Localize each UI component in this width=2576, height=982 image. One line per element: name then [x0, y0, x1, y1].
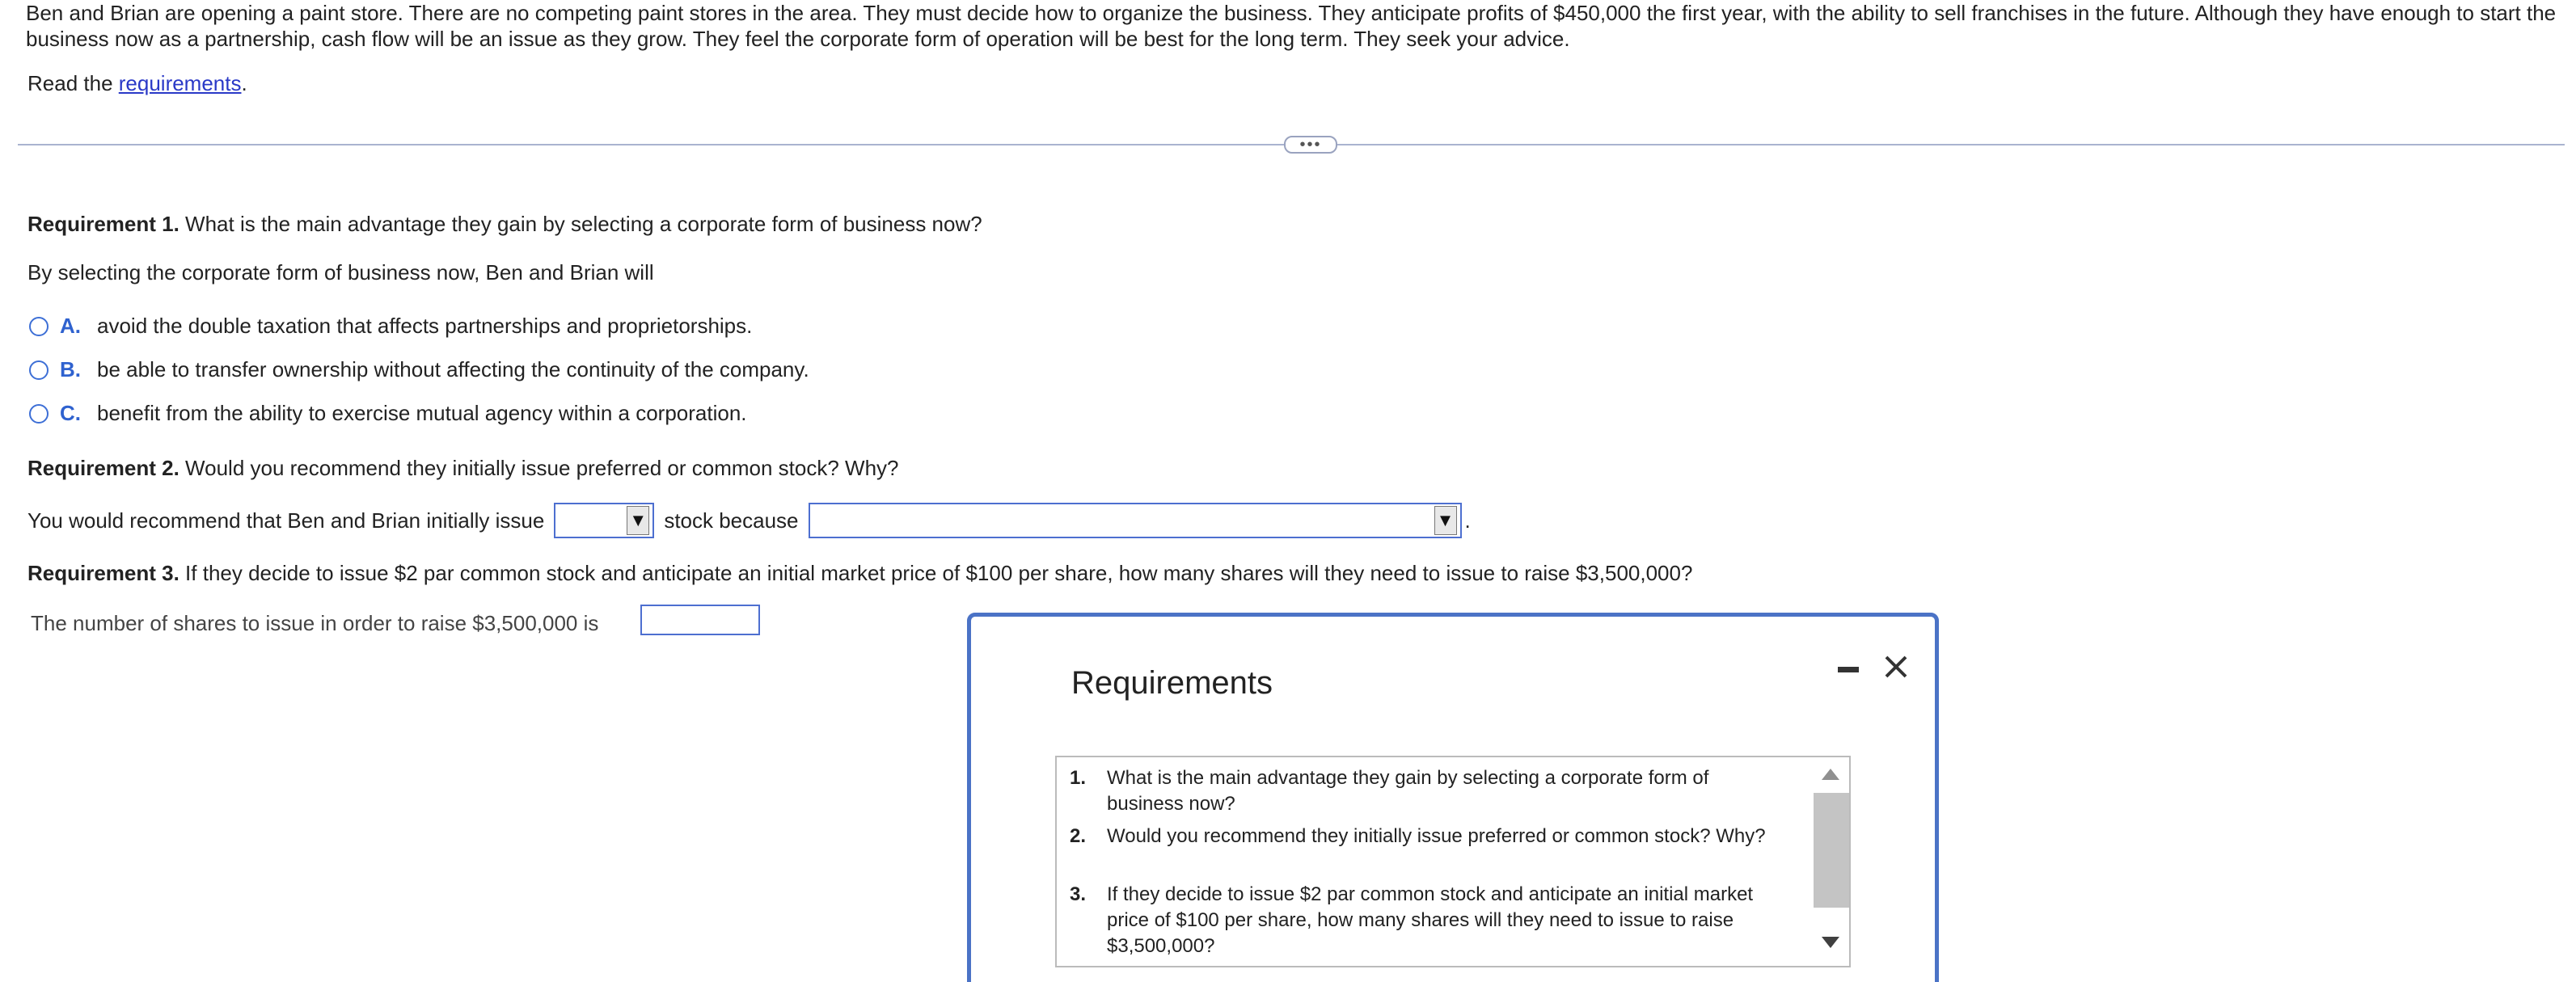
stock-type-dropdown[interactable]: ▼	[554, 503, 655, 538]
requirement-1-heading: Requirement 1. What is the main advantag…	[27, 212, 982, 237]
requirement-3-answer-label: The number of shares to issue in order t…	[31, 611, 599, 635]
list-item-number: 2.	[1070, 825, 1087, 847]
stock-type-dropdown-arrow-icon[interactable]: ▼	[627, 506, 650, 535]
page: Ben and Brian are opening a paint store.…	[0, 0, 2576, 982]
list-item-number: 3.	[1070, 883, 1087, 905]
read-prefix: Read the	[27, 71, 119, 95]
scroll-up-icon[interactable]	[1822, 769, 1839, 780]
requirement-2-label: Requirement 2.	[27, 456, 179, 480]
scroll-thumb[interactable]	[1814, 793, 1849, 908]
requirements-link[interactable]: requirements	[119, 71, 242, 95]
option-b-text: be able to transfer ownership without af…	[97, 357, 809, 381]
requirement-2-middle: stock because	[664, 508, 799, 533]
read-requirements-line: Read the requirements.	[27, 71, 247, 96]
modal-title: Requirements	[1071, 665, 1273, 701]
requirement-1-prompt: By selecting the corporate form of busin…	[27, 260, 654, 284]
option-a-letter: A.	[60, 314, 81, 338]
requirement-2-suffix: .	[1464, 508, 1471, 533]
requirement-3-question: If they decide to issue $2 par common st…	[179, 561, 1693, 585]
requirements-list: 1. What is the main advantage they gain …	[1055, 756, 1851, 967]
requirement-1-label: Requirement 1.	[27, 212, 179, 236]
reason-dropdown[interactable]: ▼	[808, 503, 1462, 538]
expand-button[interactable]: •••	[1284, 136, 1337, 154]
list-item: 2. Would you recommend they initially is…	[1070, 824, 1781, 849]
requirement-2-question: Would you recommend they initially issue…	[179, 456, 899, 480]
list-item: 3. If they decide to issue $2 par common…	[1070, 882, 1781, 959]
requirement-2-answer-row: You would recommend that Ben and Brian i…	[27, 503, 1471, 538]
list-item: 1. What is the main advantage they gain …	[1070, 765, 1781, 817]
option-c[interactable]: C. benefit from the ability to exercise …	[29, 401, 747, 426]
reason-dropdown-arrow-icon[interactable]: ▼	[1434, 506, 1457, 535]
option-a-radio[interactable]	[29, 316, 49, 336]
option-c-text: benefit from the ability to exercise mut…	[97, 401, 747, 425]
option-c-radio[interactable]	[29, 403, 49, 424]
list-scrollbar[interactable]	[1812, 757, 1849, 966]
option-b[interactable]: B. be able to transfer ownership without…	[29, 357, 809, 382]
requirement-2-prefix: You would recommend that Ben and Brian i…	[27, 508, 545, 533]
option-b-radio[interactable]	[29, 360, 49, 380]
option-a-text: avoid the double taxation that affects p…	[97, 314, 753, 338]
requirement-3-heading: Requirement 3. If they decide to issue $…	[27, 561, 1692, 586]
list-item-text: Would you recommend they initially issue…	[1107, 825, 1766, 847]
option-b-letter: B.	[60, 357, 81, 381]
scroll-down-icon[interactable]	[1822, 937, 1839, 948]
read-suffix: .	[241, 71, 247, 95]
list-item-text: What is the main advantage they gain by …	[1107, 767, 1709, 815]
list-item-text: If they decide to issue $2 par common st…	[1107, 883, 1754, 957]
requirements-modal: Requirements 1. What is the main advanta…	[967, 613, 1939, 982]
requirement-1-question: What is the main advantage they gain by …	[179, 212, 982, 236]
requirement-3-label: Requirement 3.	[27, 561, 179, 585]
option-a[interactable]: A. avoid the double taxation that affect…	[29, 314, 752, 339]
close-icon[interactable]	[1880, 651, 1912, 683]
shares-answer-input[interactable]	[640, 605, 760, 635]
problem-intro: Ben and Brian are opening a paint store.…	[26, 1, 2557, 51]
list-item-number: 1.	[1070, 767, 1087, 789]
option-c-letter: C.	[60, 401, 81, 425]
requirement-2-heading: Requirement 2. Would you recommend they …	[27, 456, 899, 481]
minimize-icon[interactable]	[1836, 657, 1860, 681]
